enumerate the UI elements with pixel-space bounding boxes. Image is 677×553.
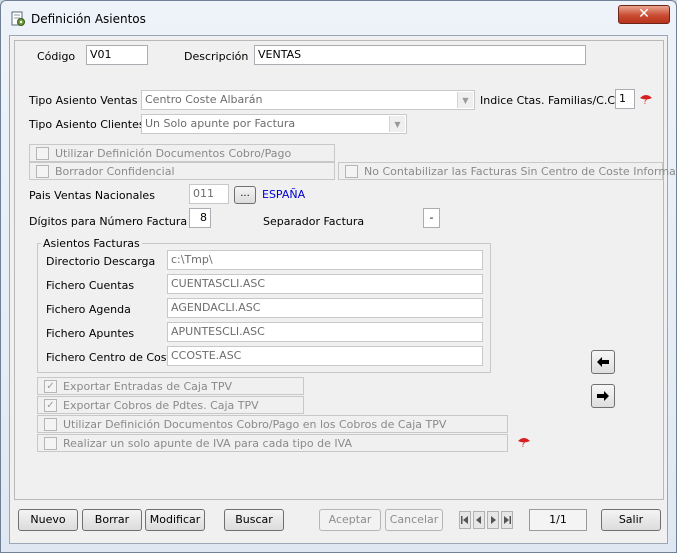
tipo-ventas-value: Centro Coste Albarán	[145, 93, 263, 106]
fichero-apuntes-field[interactable]: APUNTESCLI.ASC	[167, 322, 483, 342]
checkbox-label: Exportar Cobros de Pdtes. Caja TPV	[63, 398, 259, 412]
directorio-descarga-field[interactable]: c:\Tmp\	[167, 250, 483, 270]
next-record-icon[interactable]	[487, 511, 499, 529]
utilizar-definicion-tpv-checkbox[interactable]: Utilizar Definición Documentos Cobro/Pag…	[37, 415, 508, 433]
borrar-button[interactable]: Borrar	[82, 509, 142, 531]
fichero-agenda-field[interactable]: AGENDACLI.ASC	[167, 298, 483, 318]
descripcion-field[interactable]: VENTAS	[254, 45, 586, 65]
checkbox-box[interactable]	[36, 164, 49, 178]
digitos-label: Dígitos para Número Factura	[29, 215, 188, 228]
exportar-entradas-checkbox[interactable]: ✓ Exportar Entradas de Caja TPV	[37, 377, 304, 395]
arrow-right-button[interactable]	[591, 384, 615, 408]
digitos-field[interactable]: 8	[189, 208, 211, 228]
previous-record-icon[interactable]	[473, 511, 485, 529]
borrador-confidencial-checkbox[interactable]: Borrador Confidencial	[29, 162, 335, 180]
checkbox-box[interactable]: ✓	[44, 398, 57, 412]
checkbox-box[interactable]	[36, 146, 49, 160]
arrow-left-icon	[597, 357, 609, 367]
no-contabilizar-checkbox[interactable]: No Contabilizar las Facturas Sin Centro …	[338, 162, 677, 180]
tipo-clientes-label: Tipo Asiento Clientes	[29, 118, 145, 131]
codigo-label: Código	[37, 50, 76, 63]
cancelar-button[interactable]: Cancelar	[385, 509, 443, 531]
arrow-right-icon	[597, 391, 609, 401]
fichero-centro-coste-field[interactable]: CCOSTE.ASC	[167, 346, 483, 366]
asientos-facturas-title: Asientos Facturas	[41, 237, 142, 250]
checkbox-label: No Contabilizar las Facturas Sin Centro …	[364, 164, 677, 178]
fichero-cuentas-label: Fichero Cuentas	[46, 279, 135, 292]
pais-label: Pais Ventas Nacionales	[29, 189, 155, 202]
checkbox-box[interactable]: ✓	[44, 379, 57, 393]
utilizar-definicion-checkbox[interactable]: Utilizar Definición Documentos Cobro/Pag…	[29, 144, 335, 162]
checkbox-label: Utilizar Definición Documentos Cobro/Pag…	[63, 417, 447, 431]
dialog-window: Definición Asientos ✕ Código V01 Descrip…	[0, 0, 677, 553]
tipo-ventas-label: Tipo Asiento Ventas	[29, 94, 138, 107]
record-position: 1/1	[529, 509, 587, 531]
first-record-icon[interactable]	[459, 511, 471, 529]
checkbox-box[interactable]	[345, 164, 358, 178]
checkbox-label: Utilizar Definición Documentos Cobro/Pag…	[55, 146, 292, 160]
checkbox-label: Exportar Entradas de Caja TPV	[63, 379, 233, 393]
descripcion-label: Descripción	[184, 50, 249, 63]
help-question-icon[interactable]: ?	[517, 436, 531, 449]
indice-field[interactable]: 1	[615, 89, 635, 109]
record-navigator	[459, 511, 517, 529]
checkbox-label: Borrador Confidencial	[55, 164, 175, 178]
buscar-button[interactable]: Buscar	[224, 509, 284, 531]
indice-label: Indice Ctas. Familias/C.Cost	[480, 94, 632, 107]
document-gear-icon	[10, 11, 26, 27]
tipo-clientes-value: Un Solo apunte por Factura	[145, 117, 296, 130]
arrow-left-button[interactable]	[591, 350, 615, 374]
last-record-icon[interactable]	[501, 511, 513, 529]
pais-name: ESPAÑA	[262, 188, 306, 201]
checkbox-box[interactable]	[44, 417, 57, 431]
svg-text:?: ?	[643, 97, 647, 105]
title-bar: Definición Asientos ✕	[1, 1, 676, 35]
fichero-cuentas-field[interactable]: CUENTASCLI.ASC	[167, 274, 483, 294]
nuevo-button[interactable]: Nuevo	[18, 509, 78, 531]
separador-label: Separador Factura	[263, 215, 365, 228]
modificar-button[interactable]: Modificar	[145, 509, 205, 531]
close-button[interactable]: ✕	[618, 5, 670, 24]
fichero-centro-coste-label: Fichero Centro de Coste	[46, 351, 178, 364]
tipo-clientes-select[interactable]: Un Solo apunte por Factura ▼	[141, 114, 407, 134]
checkbox-label: Realizar un solo apunte de IVA para cada…	[63, 436, 352, 450]
checkbox-box[interactable]	[44, 436, 57, 450]
pais-browse-button[interactable]: ...	[234, 186, 256, 204]
codigo-field[interactable]: V01	[86, 45, 148, 65]
help-question-icon[interactable]: ?	[639, 93, 653, 106]
directorio-descarga-label: Directorio Descarga	[46, 255, 156, 268]
chevron-down-icon[interactable]: ▼	[457, 92, 473, 108]
separador-field[interactable]: -	[423, 208, 440, 228]
fichero-agenda-label: Fichero Agenda	[46, 303, 131, 316]
realizar-apunte-iva-checkbox[interactable]: Realizar un solo apunte de IVA para cada…	[37, 434, 508, 452]
pais-code-field[interactable]: 011	[189, 184, 229, 204]
exportar-cobros-checkbox[interactable]: ✓ Exportar Cobros de Pdtes. Caja TPV	[37, 396, 304, 414]
aceptar-button[interactable]: Aceptar	[319, 509, 381, 531]
window-title: Definición Asientos	[31, 12, 146, 26]
dialog-client-area: Código V01 Descripción VENTAS Tipo Asien…	[9, 35, 677, 544]
chevron-down-icon[interactable]: ▼	[389, 116, 405, 132]
tipo-ventas-select[interactable]: Centro Coste Albarán ▼	[141, 90, 475, 110]
svg-text:?: ?	[521, 440, 525, 448]
salir-button[interactable]: Salir	[601, 509, 661, 531]
fichero-apuntes-label: Fichero Apuntes	[46, 327, 135, 340]
